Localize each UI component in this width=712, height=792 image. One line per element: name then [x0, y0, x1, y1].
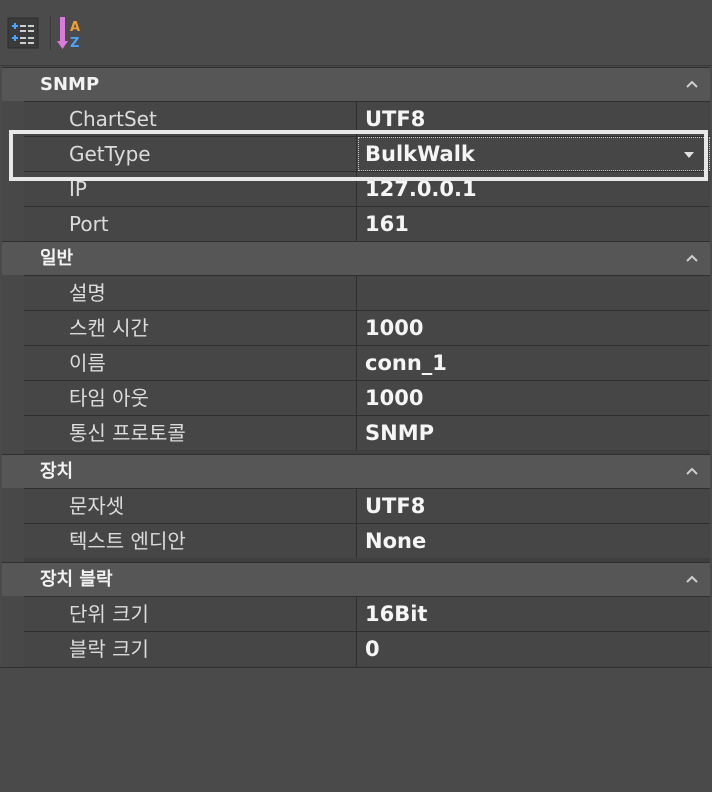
category-general[interactable]: 일반: [2, 241, 710, 275]
property-row-text-endian[interactable]: 텍스트 엔디안 None: [24, 523, 710, 558]
svg-text:A: A: [70, 20, 80, 35]
category-device[interactable]: 장치: [2, 454, 710, 488]
property-name: ChartSet: [24, 102, 357, 136]
property-value[interactable]: 161: [358, 207, 710, 241]
property-name: IP: [24, 172, 357, 206]
property-row-protocol[interactable]: 통신 프로토콜 SNMP: [24, 415, 710, 450]
property-name: 텍스트 엔디안: [24, 524, 357, 558]
category-title: 일반: [40, 248, 74, 269]
category-title: 장치: [40, 461, 74, 482]
svg-text:Z: Z: [70, 36, 79, 51]
property-name: Port: [24, 207, 357, 241]
property-name: 설명: [24, 276, 357, 310]
property-name: GetType: [24, 137, 357, 171]
property-value[interactable]: 0: [358, 632, 710, 666]
property-name: 통신 프로토콜: [24, 416, 357, 450]
description-pane: [0, 667, 712, 792]
category-device-block[interactable]: 장치 블락: [2, 562, 710, 596]
property-value[interactable]: SNMP: [358, 416, 710, 450]
property-name: 단위 크기: [24, 597, 357, 631]
property-value[interactable]: 16Bit: [358, 597, 710, 631]
property-row-chartset[interactable]: ChartSet UTF8: [24, 101, 710, 136]
property-row-gettype[interactable]: GetType BulkWalk: [24, 136, 710, 171]
property-row-timeout[interactable]: 타임 아웃 1000: [24, 380, 710, 415]
gettype-dropdown[interactable]: BulkWalk: [358, 137, 710, 171]
categorized-view-icon: [7, 17, 39, 49]
property-row-ip[interactable]: IP 127.0.0.1: [24, 171, 710, 206]
property-value[interactable]: UTF8: [358, 102, 710, 136]
dropdown-value: BulkWalk: [365, 142, 475, 166]
alphabetical-sort-icon: A Z: [57, 17, 80, 51]
dropdown-arrow-icon[interactable]: [683, 151, 695, 159]
property-value[interactable]: conn_1: [358, 346, 710, 380]
property-value[interactable]: 1000: [358, 311, 710, 345]
property-value[interactable]: 1000: [358, 381, 710, 415]
property-name: 문자셋: [24, 489, 357, 523]
property-toolbar: A Z: [0, 0, 712, 66]
property-value[interactable]: [358, 276, 710, 310]
property-row-description[interactable]: 설명: [24, 275, 710, 310]
collapse-chevron-icon[interactable]: [684, 572, 700, 586]
property-name: 스캔 시간: [24, 311, 357, 345]
alphabetical-sort-button[interactable]: A Z: [56, 14, 90, 52]
property-name: 이름: [24, 346, 357, 380]
property-row-unit-size[interactable]: 단위 크기 16Bit: [24, 596, 710, 631]
collapse-chevron-icon[interactable]: [684, 251, 700, 265]
property-row-block-size[interactable]: 블락 크기 0: [24, 631, 710, 666]
property-value[interactable]: None: [358, 524, 710, 558]
collapse-chevron-icon[interactable]: [684, 77, 700, 91]
property-grid: SNMP ChartSet UTF8 GetType BulkWalk IP 1…: [2, 67, 710, 667]
property-name: 블락 크기: [24, 632, 357, 666]
property-row-port[interactable]: Port 161: [24, 206, 710, 241]
toolbar-divider: [50, 16, 51, 50]
category-title: SNMP: [40, 74, 100, 95]
category-snmp[interactable]: SNMP: [2, 67, 710, 101]
property-value[interactable]: UTF8: [358, 489, 710, 523]
property-value[interactable]: 127.0.0.1: [358, 172, 710, 206]
property-row-name[interactable]: 이름 conn_1: [24, 345, 710, 380]
property-name: 타임 아웃: [24, 381, 357, 415]
collapse-chevron-icon[interactable]: [684, 464, 700, 478]
property-row-charset[interactable]: 문자셋 UTF8: [24, 488, 710, 523]
categorized-view-button[interactable]: [6, 14, 40, 52]
property-row-scan-time[interactable]: 스캔 시간 1000: [24, 310, 710, 345]
category-title: 장치 블락: [40, 569, 113, 590]
